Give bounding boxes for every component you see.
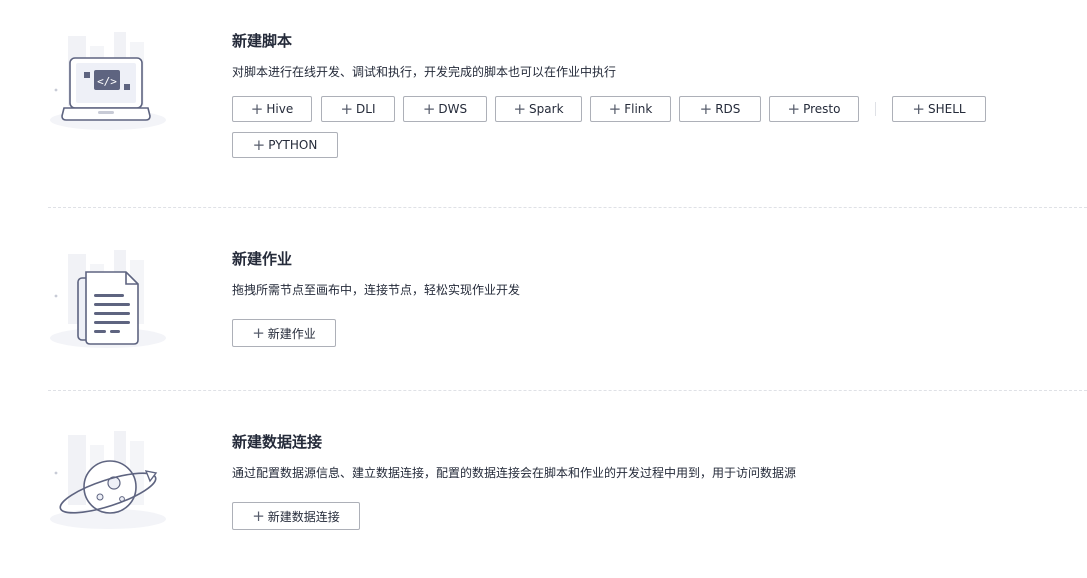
button-label: Hive: [266, 102, 294, 116]
section-new-job: 新建作业 拖拽所需节点至画布中，连接节点，轻松实现作业开发 + 新建作业: [48, 242, 1087, 362]
section-new-data-connection: 新建数据连接 通过配置数据源信息、建立数据连接，配置的数据连接会在脚本和作业的开…: [48, 425, 1087, 555]
plus-icon: +: [608, 99, 622, 118]
document-icon: [50, 250, 166, 348]
plus-icon: +: [340, 99, 354, 118]
button-label: DLI: [356, 102, 376, 116]
new-hive-script-button[interactable]: + Hive: [232, 96, 312, 122]
button-label: Flink: [624, 102, 653, 116]
plus-icon: +: [513, 99, 527, 118]
button-label: RDS: [715, 102, 741, 116]
laptop-code-icon: </>: [50, 32, 166, 130]
button-group-divider: [875, 102, 876, 116]
planet-icon: [50, 431, 166, 529]
plus-icon: +: [422, 99, 436, 118]
section-description: 通过配置数据源信息、建立数据连接，配置的数据连接会在脚本和作业的开发过程中用到，…: [232, 466, 797, 480]
new-presto-script-button[interactable]: + Presto: [769, 96, 859, 122]
data-connection-buttons: + 新建数据连接: [232, 502, 1012, 530]
plus-icon: +: [252, 135, 266, 154]
section-description: 拖拽所需节点至画布中，连接节点，轻松实现作业开发: [232, 283, 521, 297]
button-label: DWS: [438, 102, 468, 116]
plus-icon: +: [912, 99, 925, 118]
button-label: 新建作业: [267, 326, 316, 341]
new-dli-script-button[interactable]: + DLI: [321, 96, 395, 122]
button-label: SHELL: [927, 102, 966, 116]
new-python-script-button[interactable]: + PYTHON: [232, 132, 338, 158]
section-divider: [48, 207, 1087, 208]
plus-icon: +: [787, 99, 801, 118]
section-new-script: </> 新建脚本 对脚本进行在线开发、调试和执行，开发完成的脚本也可以在作业中执…: [48, 24, 1087, 184]
new-spark-script-button[interactable]: + Spark: [495, 96, 582, 122]
plus-icon: +: [250, 99, 264, 118]
button-label: 新建数据连接: [267, 509, 340, 524]
plus-icon: +: [252, 506, 265, 525]
section-description: 对脚本进行在线开发、调试和执行，开发完成的脚本也可以在作业中执行: [232, 65, 617, 79]
new-flink-script-button[interactable]: + Flink: [590, 96, 671, 122]
button-label: Presto: [803, 102, 841, 116]
plus-icon: +: [699, 99, 713, 118]
section-divider: [48, 390, 1087, 391]
new-rds-script-button[interactable]: + RDS: [679, 96, 761, 122]
job-buttons: + 新建作业: [232, 319, 1012, 347]
button-label: Spark: [529, 102, 564, 116]
button-label: PYTHON: [268, 138, 318, 152]
section-title: 新建数据连接: [232, 433, 323, 451]
script-type-buttons: + Hive + DLI + DWS + Spark + Flink + RDS: [232, 96, 1012, 160]
new-data-connection-button[interactable]: + 新建数据连接: [232, 502, 360, 530]
new-job-button[interactable]: + 新建作业: [232, 319, 336, 347]
new-shell-script-button[interactable]: + SHELL: [892, 96, 986, 122]
section-title: 新建作业: [232, 250, 293, 268]
new-dws-script-button[interactable]: + DWS: [403, 96, 487, 122]
plus-icon: +: [252, 323, 265, 342]
svg-text:</>: </>: [97, 75, 117, 88]
section-title: 新建脚本: [232, 32, 293, 50]
